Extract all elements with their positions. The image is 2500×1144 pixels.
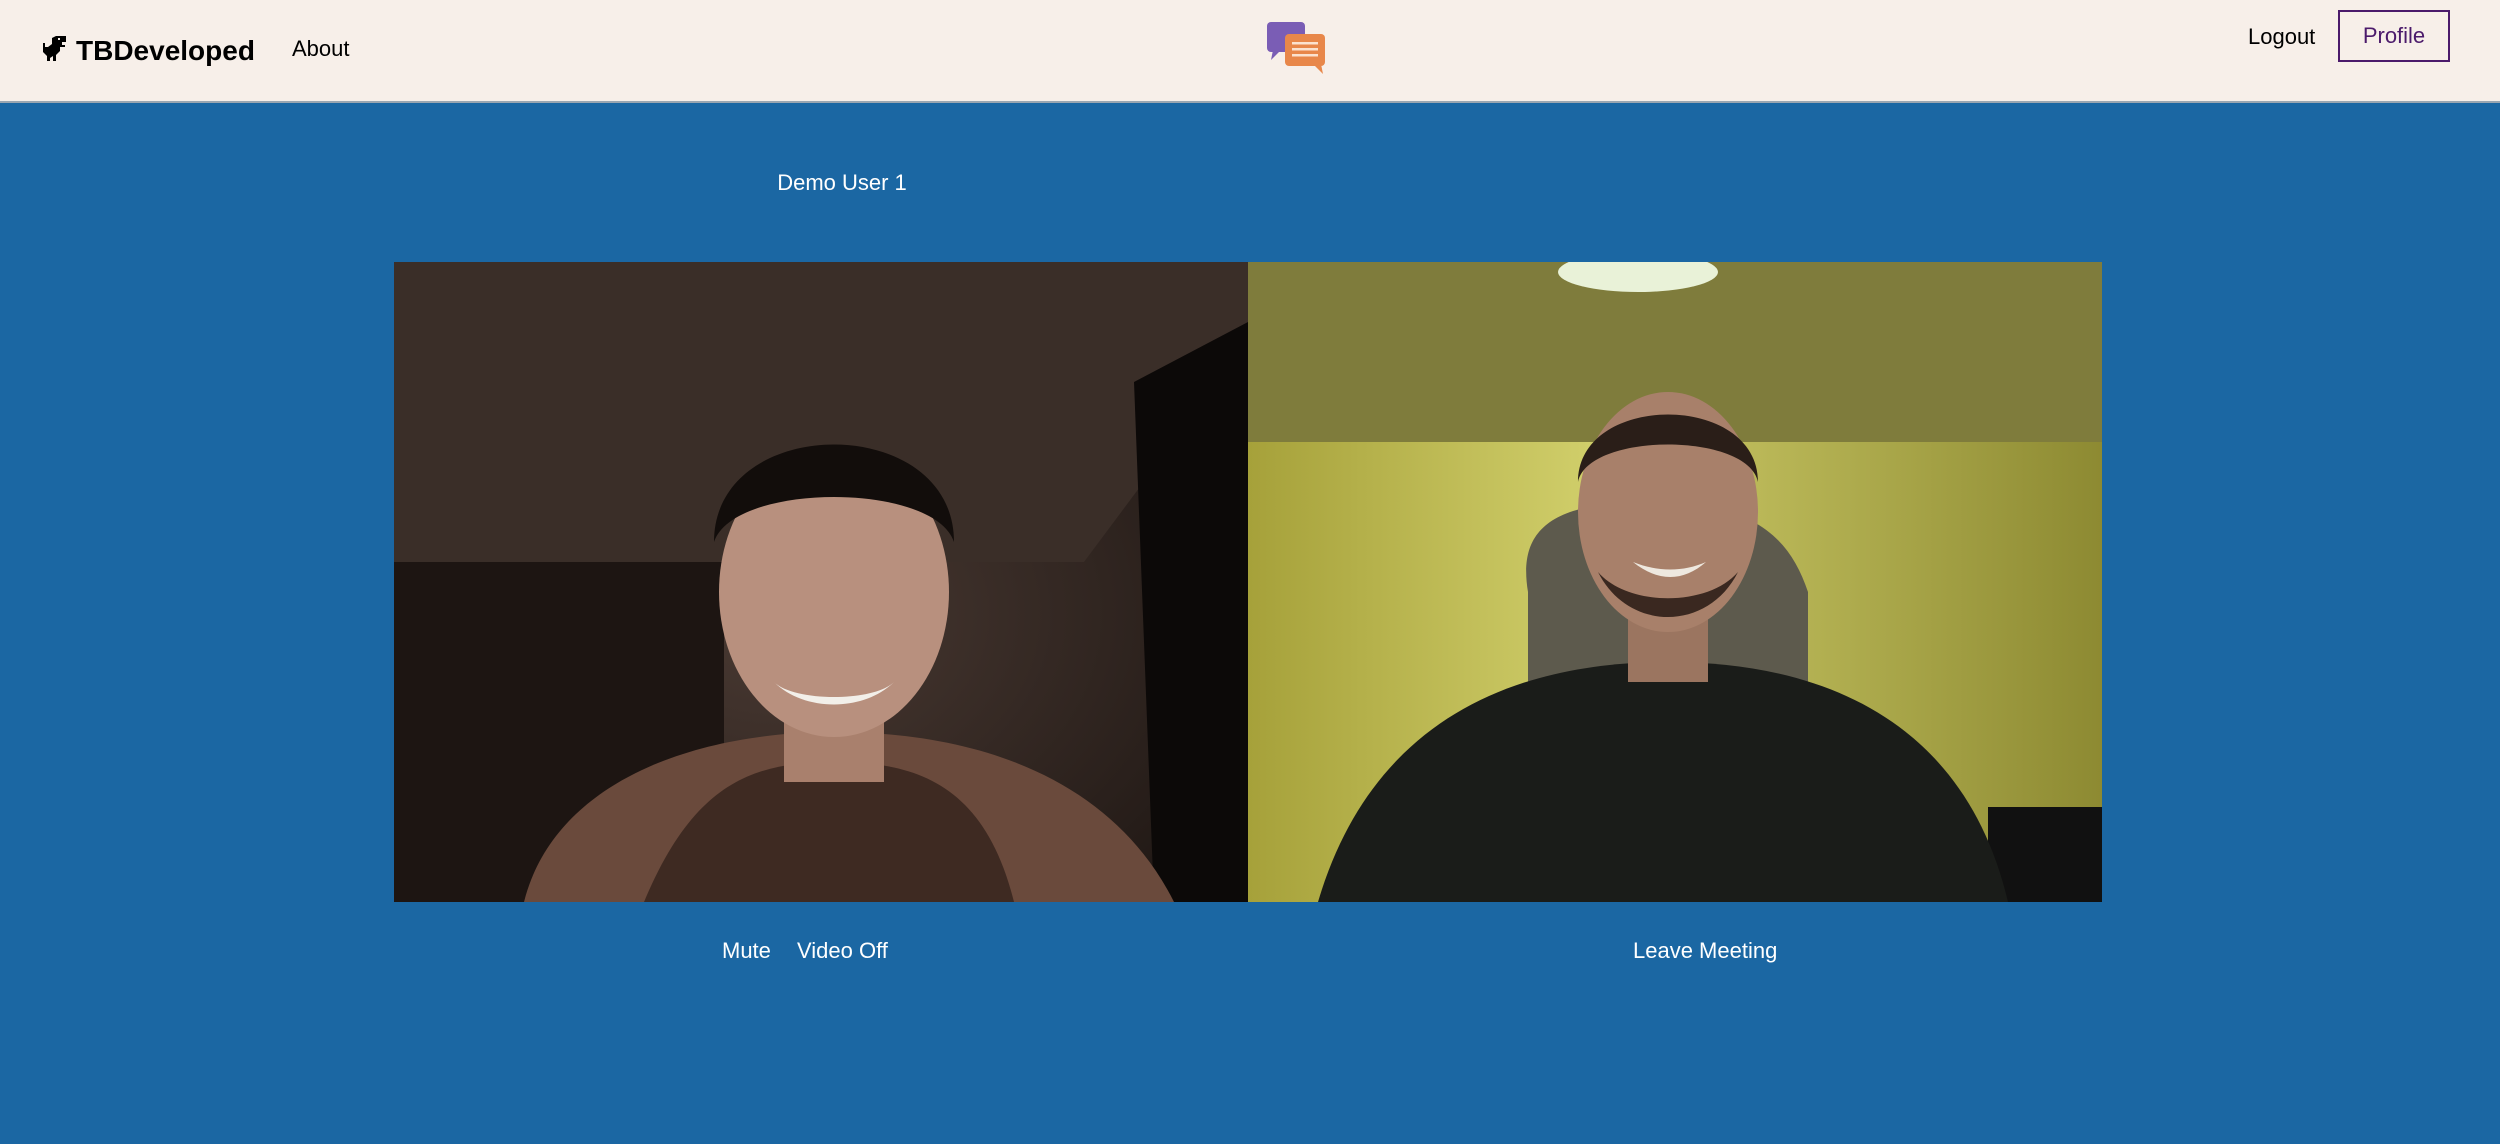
top-navbar: TBDeveloped About Logout Profile bbox=[0, 0, 2500, 103]
leave-meeting-button[interactable]: Leave Meeting bbox=[1633, 938, 1777, 964]
mute-button[interactable]: Mute bbox=[722, 938, 771, 964]
nav-logout-link[interactable]: Logout bbox=[2248, 24, 2315, 50]
nav-about-link[interactable]: About bbox=[292, 36, 350, 62]
chat-bubbles-icon[interactable] bbox=[1265, 20, 1329, 76]
video-off-button[interactable]: Video Off bbox=[797, 938, 888, 964]
remote-video-feed bbox=[1248, 262, 2102, 902]
dinosaur-icon bbox=[43, 36, 66, 61]
local-user-name: Demo User 1 bbox=[777, 170, 907, 195]
local-video-feed bbox=[394, 262, 1248, 902]
brand-name: TBDeveloped bbox=[76, 35, 255, 66]
brand-link[interactable]: TBDeveloped bbox=[40, 26, 255, 76]
nav-profile-button[interactable]: Profile bbox=[2338, 10, 2450, 62]
